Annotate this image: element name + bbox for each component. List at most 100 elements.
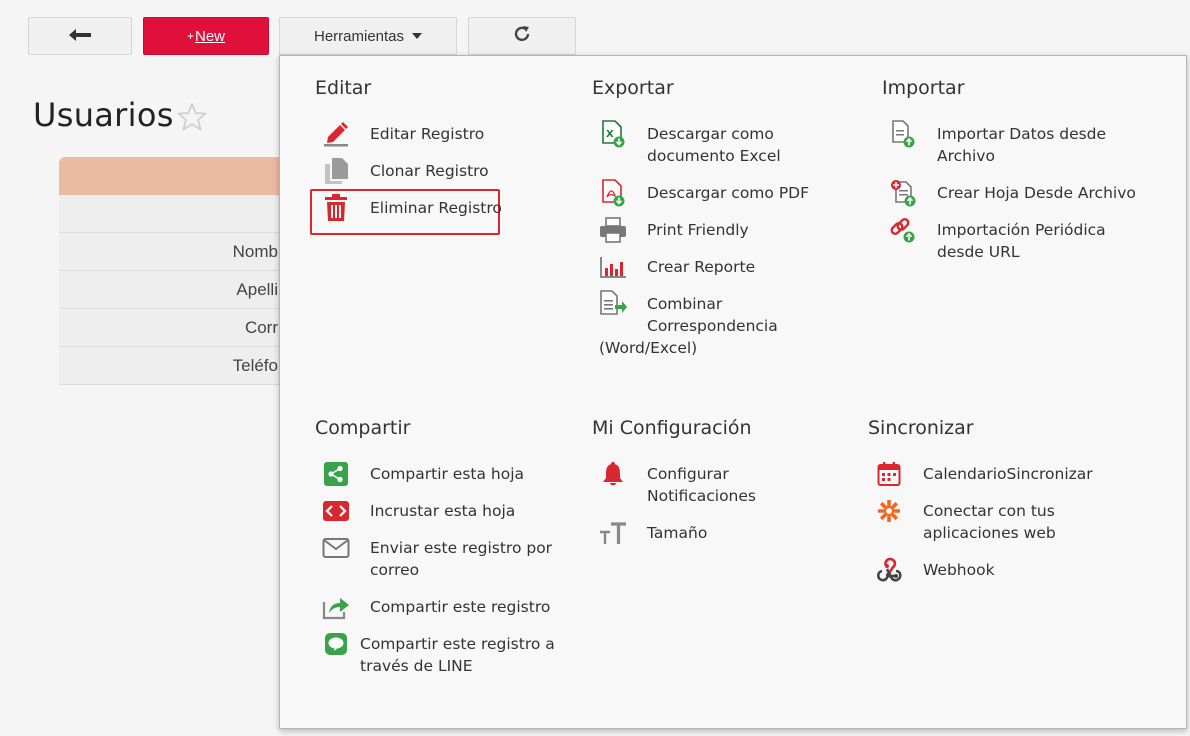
item-label: Combinar Correspondencia (647, 293, 778, 337)
field-label-correo: Corr (59, 309, 284, 347)
menu-item-eliminar-registro[interactable]: Eliminar Registro (322, 194, 502, 222)
menu-item-combinar-correspondencia[interactable]: Combinar Correspondencia (599, 290, 778, 337)
bell-icon (599, 460, 627, 488)
menu-item-descargar-pdf[interactable]: Descargar como PDF (599, 179, 810, 207)
item-label: Print Friendly (647, 221, 749, 239)
item-label: Incrustar esta hoja (370, 502, 516, 520)
arrow-left-icon (69, 28, 91, 45)
item-label: Compartir este registro (370, 598, 551, 616)
section-title-sincronizar: Sincronizar (868, 417, 974, 439)
item-label: CalendarioSincronizar (923, 465, 1093, 483)
link-import-icon (889, 216, 917, 244)
star-outline-icon[interactable] (176, 102, 208, 137)
label-line: correo (370, 561, 420, 579)
record-table-header (59, 157, 284, 195)
item-label: Enviar este registro por correo (370, 537, 552, 581)
label-line: Archivo (937, 147, 995, 165)
menu-item-configurar-notificaciones[interactable]: Configurar Notificaciones (599, 460, 756, 507)
refresh-icon (512, 24, 532, 48)
record-table-row (59, 195, 284, 233)
menu-item-crear-hoja[interactable]: Crear Hoja Desde Archivo (889, 180, 1136, 207)
share-arrow-icon (322, 593, 350, 621)
mail-icon (322, 534, 350, 562)
menu-item-combinar-correspondencia-line3[interactable]: (Word/Excel) (599, 337, 697, 359)
section-title-configuracion: Mi Configuración (592, 417, 752, 439)
pencil-icon (322, 120, 350, 148)
item-label: Editar Registro (370, 125, 485, 143)
item-label: Configurar Notificaciones (647, 463, 756, 507)
item-label: Tamaño (647, 524, 708, 542)
text-size-icon (599, 519, 627, 547)
new-plus: + (186, 29, 194, 43)
merge-document-icon (599, 290, 627, 318)
menu-item-conectar-aplicaciones[interactable]: Conectar con tus aplicaciones web (875, 500, 1056, 544)
tools-label: Herramientas (313, 27, 405, 45)
bar-chart-icon (599, 253, 627, 281)
menu-item-importar-datos[interactable]: Importar Datos desde Archivo (889, 120, 1106, 167)
label-line: Enviar este registro por (370, 539, 553, 557)
label-line: documento Excel (647, 147, 781, 165)
menu-item-importacion-periodica[interactable]: Importación Periódica desde URL (889, 216, 1106, 263)
label-line: aplicaciones web (923, 524, 1056, 542)
menu-item-incrustar-hoja[interactable]: Incrustar esta hoja (322, 500, 515, 525)
item-label: Crear Hoja Desde Archivo (937, 184, 1136, 202)
item-label: Importar Datos desde Archivo (937, 123, 1106, 167)
new-record-button[interactable]: + New (143, 17, 269, 55)
menu-item-print-friendly[interactable]: Print Friendly (599, 216, 749, 244)
page-title: Usuarios (33, 96, 174, 134)
tools-dropdown-button[interactable]: Herramientas (279, 17, 457, 55)
menu-item-clonar-registro[interactable]: Clonar Registro (322, 157, 489, 185)
label-line: Importación Periódica (937, 221, 1106, 239)
label-line: desde URL (937, 243, 1020, 261)
label-line: Compartir este registro a (360, 635, 555, 653)
new-label: New (195, 27, 226, 45)
label-line: Configurar (647, 465, 729, 483)
zapier-icon (875, 497, 903, 525)
back-button[interactable] (28, 17, 132, 55)
label-line: Conectar con tus (923, 502, 1055, 520)
menu-item-calendario-sincronizar[interactable]: CalendarioSincronizar (875, 460, 1093, 488)
label-line: través de LINE (360, 657, 473, 675)
menu-item-compartir-registro[interactable]: Compartir este registro (322, 596, 550, 621)
item-label: Importación Periódica desde URL (937, 219, 1106, 263)
label-line: Correspondencia (647, 317, 778, 335)
caret-down-icon (412, 33, 423, 39)
import-file-icon (889, 120, 917, 148)
share-icon (322, 460, 350, 488)
line-app-icon (322, 630, 350, 658)
menu-item-compartir-hoja[interactable]: Compartir esta hoja (322, 460, 525, 488)
label-line: Descargar como (647, 125, 774, 143)
pdf-download-icon (599, 179, 627, 207)
item-label: Crear Reporte (647, 258, 756, 276)
section-title-importar: Importar (882, 77, 965, 99)
item-label: Descargar como documento Excel (647, 123, 781, 167)
menu-item-enviar-correo[interactable]: Enviar este registro por correo (322, 537, 552, 581)
menu-item-descargar-excel[interactable]: X Descargar como documento Excel (599, 120, 781, 167)
field-label-nombre: Nomb (59, 233, 284, 271)
embed-code-icon (322, 497, 350, 525)
menu-item-editar-registro[interactable]: Editar Registro (322, 120, 485, 148)
item-label: Descargar como PDF (647, 184, 810, 202)
menu-item-crear-reporte[interactable]: Crear Reporte (599, 256, 755, 281)
webhook-icon (875, 556, 903, 584)
field-label-apellido: Apelli (59, 271, 284, 309)
item-label: Compartir esta hoja (370, 465, 525, 483)
excel-download-icon: X (599, 120, 627, 148)
record-table: Nomb Apelli Corr Teléfo (59, 157, 284, 385)
item-label: Conectar con tus aplicaciones web (923, 500, 1056, 544)
copy-icon (322, 157, 350, 185)
printer-icon (599, 216, 627, 244)
label-line: (Word/Excel) (599, 339, 698, 357)
section-title-editar: Editar (315, 77, 372, 99)
menu-item-webhook[interactable]: Webhook (875, 556, 995, 584)
calendar-icon (875, 460, 903, 488)
menu-item-tamano[interactable]: Tamaño (599, 522, 707, 547)
menu-item-compartir-line[interactable]: Compartir este registro a través de LINE (322, 633, 555, 677)
label-line: Notificaciones (647, 487, 756, 505)
item-label: Clonar Registro (370, 162, 489, 180)
item-label: Compartir este registro a través de LINE (360, 633, 555, 677)
trash-icon (322, 194, 350, 222)
section-title-exportar: Exportar (592, 77, 674, 99)
reload-button[interactable] (468, 17, 576, 55)
item-label: Webhook (923, 561, 995, 579)
